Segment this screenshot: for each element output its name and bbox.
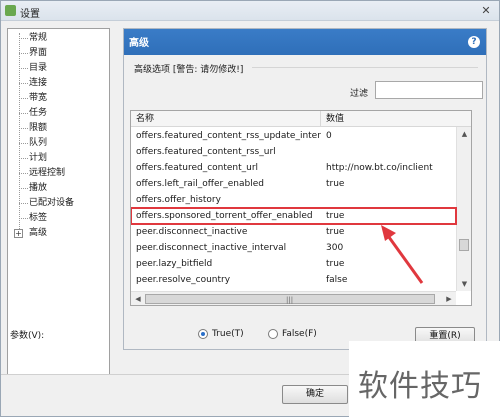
row-name: offers.sponsored_torrent_offer_enabled	[136, 211, 313, 221]
settings-window: 设置 ✕ 常规 界面 目录 连接 带宽 任务 限额 队列 计划 远程控制 播放 …	[0, 0, 500, 418]
table-row-highlighted[interactable]: offers.sponsored_torrent_offer_enabled tr…	[131, 207, 457, 225]
row-value: true	[326, 211, 345, 221]
watermark-text: 软件技巧	[358, 369, 482, 404]
watermark: 软件技巧	[349, 341, 500, 418]
